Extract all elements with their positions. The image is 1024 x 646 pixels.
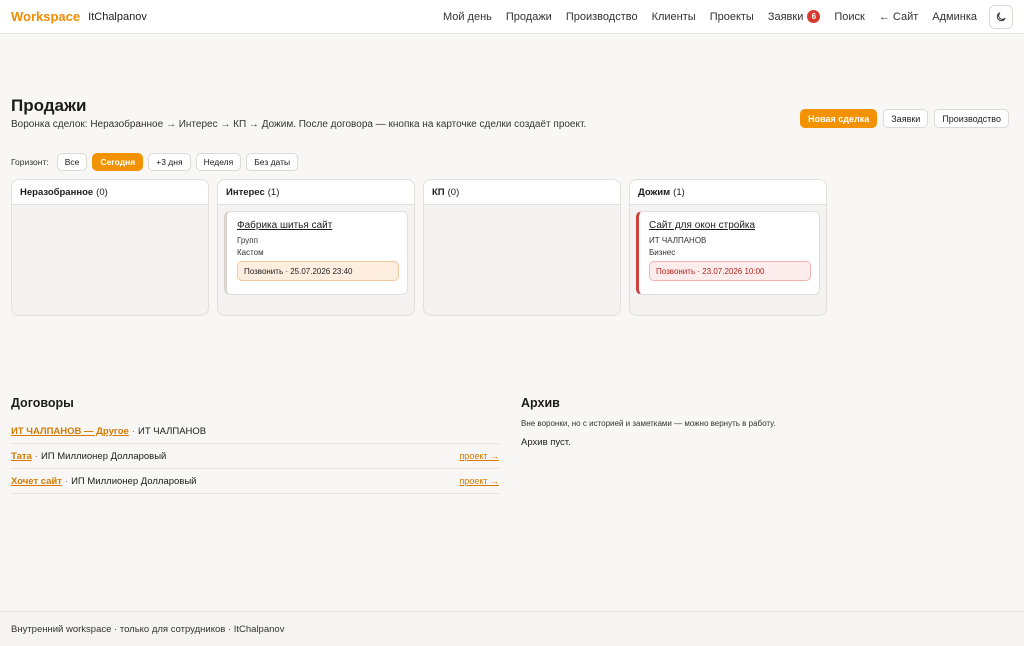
contract-row: Хочет сайт · ИП Миллионер Долларовый про… [11, 469, 499, 494]
column-count: (1) [673, 186, 685, 198]
nav-requests-label: Заявки [767, 10, 804, 23]
column-name: Дожим [638, 186, 671, 198]
top-bar: Workspace ItChalpanov Мой день Продажи П… [0, 0, 1024, 34]
archive-section: Архив Вне воронки, но с историей и замет… [521, 396, 1001, 448]
footer: Внутренний workspace · только для сотруд… [0, 611, 1024, 646]
contract-client: ИТ ЧАЛПАНОВ [138, 425, 207, 437]
column-closing: Дожим (1) Сайт для окон стройка ИТ ЧАЛПА… [629, 179, 827, 316]
column-unsorted: Неразобранное (0) [11, 179, 209, 316]
separator-dot: · [131, 425, 135, 437]
deal-card[interactable]: Фабрика шитья сайт Групп Кастом Позвонит… [224, 211, 408, 295]
separator-dot: · [34, 450, 38, 462]
column-header: КП (0) [424, 180, 620, 205]
horizon-filter: Горизонт: Все Сегодня +3 дня Неделя Без … [11, 153, 299, 171]
deal-card[interactable]: Сайт для окон стройка ИТ ЧАЛПАНОВ Бизнес… [636, 211, 820, 295]
separator-dot: · [64, 475, 69, 487]
nav-site[interactable]: ← Сайт [879, 11, 918, 23]
contract-link[interactable]: Хочет сайт [11, 476, 62, 487]
contract-link[interactable]: Тата [11, 451, 32, 462]
contracts-section: Договоры ИТ ЧАЛПАНОВ — Другое · ИТ ЧАЛПА… [11, 396, 499, 494]
contract-client: ИП Миллионер Долларовый [40, 450, 167, 462]
deal-title[interactable]: Сайт для окон стройка [649, 220, 811, 231]
create-project-link[interactable]: проект → [459, 451, 499, 461]
column-name: КП [432, 186, 445, 198]
column-count: (1) [267, 186, 280, 198]
production-button[interactable]: Производство [934, 109, 1009, 128]
main-nav: Мой день Продажи Производство Клиенты Пр… [429, 4, 1013, 29]
column-name: Неразобранное [20, 186, 94, 198]
requests-button[interactable]: Заявки [883, 109, 929, 128]
nav-production[interactable]: Производство [566, 11, 638, 23]
deal-type: Кастом [237, 248, 264, 257]
deal-task[interactable]: Позвонить · 25.07.2026 23:40 [237, 261, 399, 281]
contract-row: ИТ ЧАЛПАНОВ — Другое · ИТ ЧАЛПАНОВ [11, 419, 499, 444]
horizon-week[interactable]: Неделя [195, 153, 242, 171]
archive-title: Архив [521, 396, 560, 410]
create-project-link[interactable]: проект → [459, 476, 499, 486]
column-header: Интерес (1) [218, 180, 414, 205]
archive-empty-state: Архив пуст. [521, 437, 571, 448]
column-header: Дожим (1) [630, 180, 826, 205]
deal-type: Бизнес [649, 248, 676, 257]
nav-clients[interactable]: Клиенты [652, 11, 696, 23]
horizon-no-date[interactable]: Без даты [246, 153, 299, 171]
page-actions: Новая сделка Заявки Производство [800, 109, 1009, 128]
column-count: (0) [96, 186, 108, 198]
column-proposal: КП (0) [423, 179, 621, 316]
page-subtitle: Воронка сделок: Неразобранное → Интерес … [11, 119, 587, 130]
contract-row: Тата · ИП Миллионер Долларовый проект → [11, 444, 499, 469]
nav-sales[interactable]: Продажи [506, 11, 552, 23]
deal-client: ИТ ЧАЛПАНОВ [649, 236, 707, 245]
horizon-today[interactable]: Сегодня [92, 153, 144, 171]
contracts-title: Договоры [11, 396, 74, 410]
column-count: (0) [447, 186, 460, 198]
deals-board: Неразобранное (0) Интерес (1) Фабрика ши… [11, 179, 827, 316]
moon-icon [996, 12, 1006, 21]
contract-link[interactable]: ИТ ЧАЛПАНОВ — Другое [11, 426, 129, 437]
new-deal-button[interactable]: Новая сделка [800, 109, 878, 128]
nav-search[interactable]: Поиск [834, 11, 864, 23]
nav-admin[interactable]: Админка [932, 11, 977, 23]
deal-title[interactable]: Фабрика шитья сайт [237, 220, 399, 231]
deal-task-overdue[interactable]: Позвонить · 23.07.2026 10:00 [649, 261, 811, 281]
horizon-3-days[interactable]: +3 дня [148, 153, 191, 171]
horizon-label: Горизонт: [11, 157, 49, 167]
footer-text: Внутренний workspace · только для сотруд… [11, 623, 285, 635]
column-name: Интерес [226, 186, 265, 198]
archive-subtitle: Вне воронки, но с историей и заметками —… [521, 419, 776, 428]
page-title: Продажи [11, 96, 87, 115]
horizon-all[interactable]: Все [56, 153, 88, 171]
brand-logo[interactable]: Workspace [11, 9, 80, 24]
column-interest: Интерес (1) Фабрика шитья сайт Групп Кас… [217, 179, 415, 316]
deal-client: Групп [237, 236, 258, 245]
theme-toggle-button[interactable] [989, 4, 1013, 29]
nav-projects[interactable]: Проекты [710, 11, 754, 23]
nav-requests[interactable]: Заявки 6 [768, 10, 821, 23]
current-user: ItChalpanov [88, 10, 147, 23]
nav-my-day[interactable]: Мой день [443, 11, 492, 23]
requests-count-badge: 6 [807, 10, 821, 23]
contract-client: ИП Миллионер Долларовый [71, 475, 197, 487]
column-header: Неразобранное (0) [12, 180, 208, 205]
